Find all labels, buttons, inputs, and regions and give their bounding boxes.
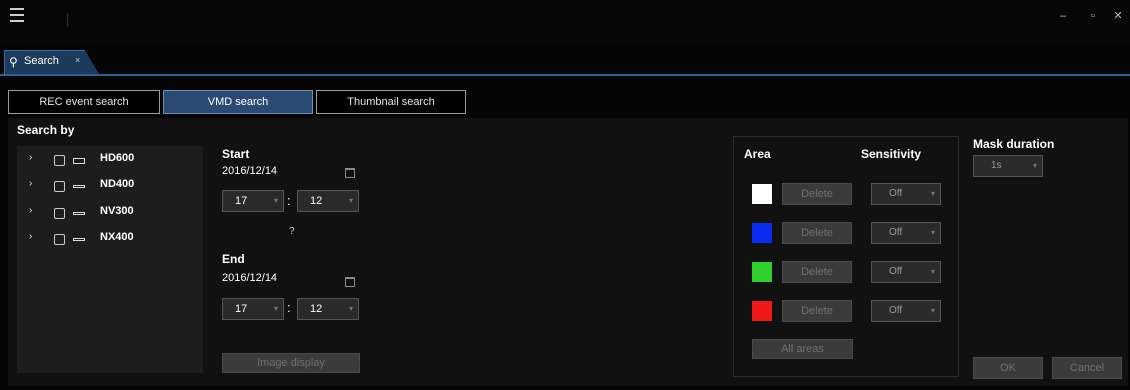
menu-icon[interactable] [10,8,24,22]
device-name: NV300 [100,205,134,217]
maximize-icon[interactable]: ▫ [1087,10,1099,22]
minimize-icon[interactable]: – [1057,10,1069,22]
recorder-device-icon [73,238,85,241]
sensitivity-select-3[interactable]: Off ▾ [871,261,941,283]
ok-button[interactable]: OK [973,357,1043,379]
area-color-green[interactable] [752,262,772,282]
chevron-down-icon: ▾ [930,189,935,198]
device-checkbox[interactable] [54,181,65,192]
sensitivity-select-1[interactable]: Off ▾ [871,183,941,205]
chevron-down-icon: ▾ [930,228,935,237]
range-separator: ? [289,226,295,237]
sensitivity-value: Off [889,227,903,238]
device-name: NX400 [100,231,134,243]
area-color-blue[interactable] [752,223,772,243]
tab-underline [0,74,1130,76]
chevron-right-icon[interactable]: › [29,205,32,216]
device-name: ND400 [100,178,135,190]
rec-event-search-button[interactable]: REC event search [8,90,160,114]
device-checkbox[interactable] [54,234,65,245]
time-colon: : [287,300,291,315]
chevron-down-icon: ▾ [348,196,353,205]
mask-duration-select[interactable]: 1s ▾ [973,155,1043,177]
chevron-down-icon: ▾ [930,267,935,276]
chevron-down-icon: ▾ [273,304,278,313]
area-color-red[interactable] [752,301,772,321]
sensitivity-select-4[interactable]: Off ▾ [871,300,941,322]
delete-area-1-button[interactable]: Delete [782,183,852,205]
calendar-icon[interactable] [345,277,355,287]
sensitivity-value: Off [889,305,903,316]
end-label: End [222,252,245,266]
vmd-search-button[interactable]: VMD search [163,90,313,114]
recorder-device-icon [73,212,85,215]
chevron-right-icon[interactable]: › [29,231,32,242]
area-color-white[interactable] [752,184,772,204]
delete-area-3-button[interactable]: Delete [782,261,852,283]
delete-area-4-button[interactable]: Delete [782,300,852,322]
close-icon[interactable]: ✕ [1112,10,1124,22]
end-minute-select[interactable]: 12 ▾ [297,298,359,320]
tab-search-label: Search [24,55,59,67]
chevron-right-icon[interactable]: › [29,178,32,189]
start-minute-value: 12 [310,195,323,207]
device-name: HD600 [100,152,135,164]
start-hour-select[interactable]: 17 ▾ [222,190,284,212]
start-hour-value: 17 [235,195,248,207]
sensitivity-value: Off [889,188,903,199]
device-checkbox[interactable] [54,155,65,166]
recorder-device-icon [73,185,85,188]
mask-duration-label: Mask duration [973,137,1055,151]
title-bar [0,0,1130,44]
image-display-button[interactable]: Image display [222,353,360,373]
mask-duration-value: 1s [991,160,1002,171]
device-checkbox[interactable] [54,208,65,219]
end-date[interactable]: 2016/12/14 [222,272,277,284]
end-hour-value: 17 [235,303,248,315]
start-label: Start [222,147,250,161]
thumbnail-search-button[interactable]: Thumbnail search [316,90,466,114]
cancel-button[interactable]: Cancel [1052,357,1122,379]
delete-area-2-button[interactable]: Delete [782,222,852,244]
area-label: Area [744,147,771,161]
start-minute-select[interactable]: 12 ▾ [297,190,359,212]
tab-close-icon[interactable]: × [75,55,80,65]
search-by-label: Search by [17,123,75,137]
calendar-icon[interactable] [345,168,355,178]
sensitivity-select-2[interactable]: Off ▾ [871,222,941,244]
chevron-down-icon: ▾ [930,306,935,315]
all-areas-button[interactable]: All areas [752,339,853,359]
end-hour-select[interactable]: 17 ▾ [222,298,284,320]
start-date[interactable]: 2016/12/14 [222,165,277,177]
end-minute-value: 12 [310,303,323,315]
sensitivity-label: Sensitivity [861,147,922,161]
time-colon: : [287,193,291,208]
chevron-down-icon: ▾ [273,196,278,205]
chevron-down-icon: ▾ [348,304,353,313]
chevron-right-icon[interactable]: › [29,152,32,163]
title-separator [67,14,68,26]
sensitivity-value: Off [889,266,903,277]
search-icon: ⚲ [9,55,18,69]
chevron-down-icon: ▾ [1032,161,1037,170]
camera-device-icon [73,158,85,164]
